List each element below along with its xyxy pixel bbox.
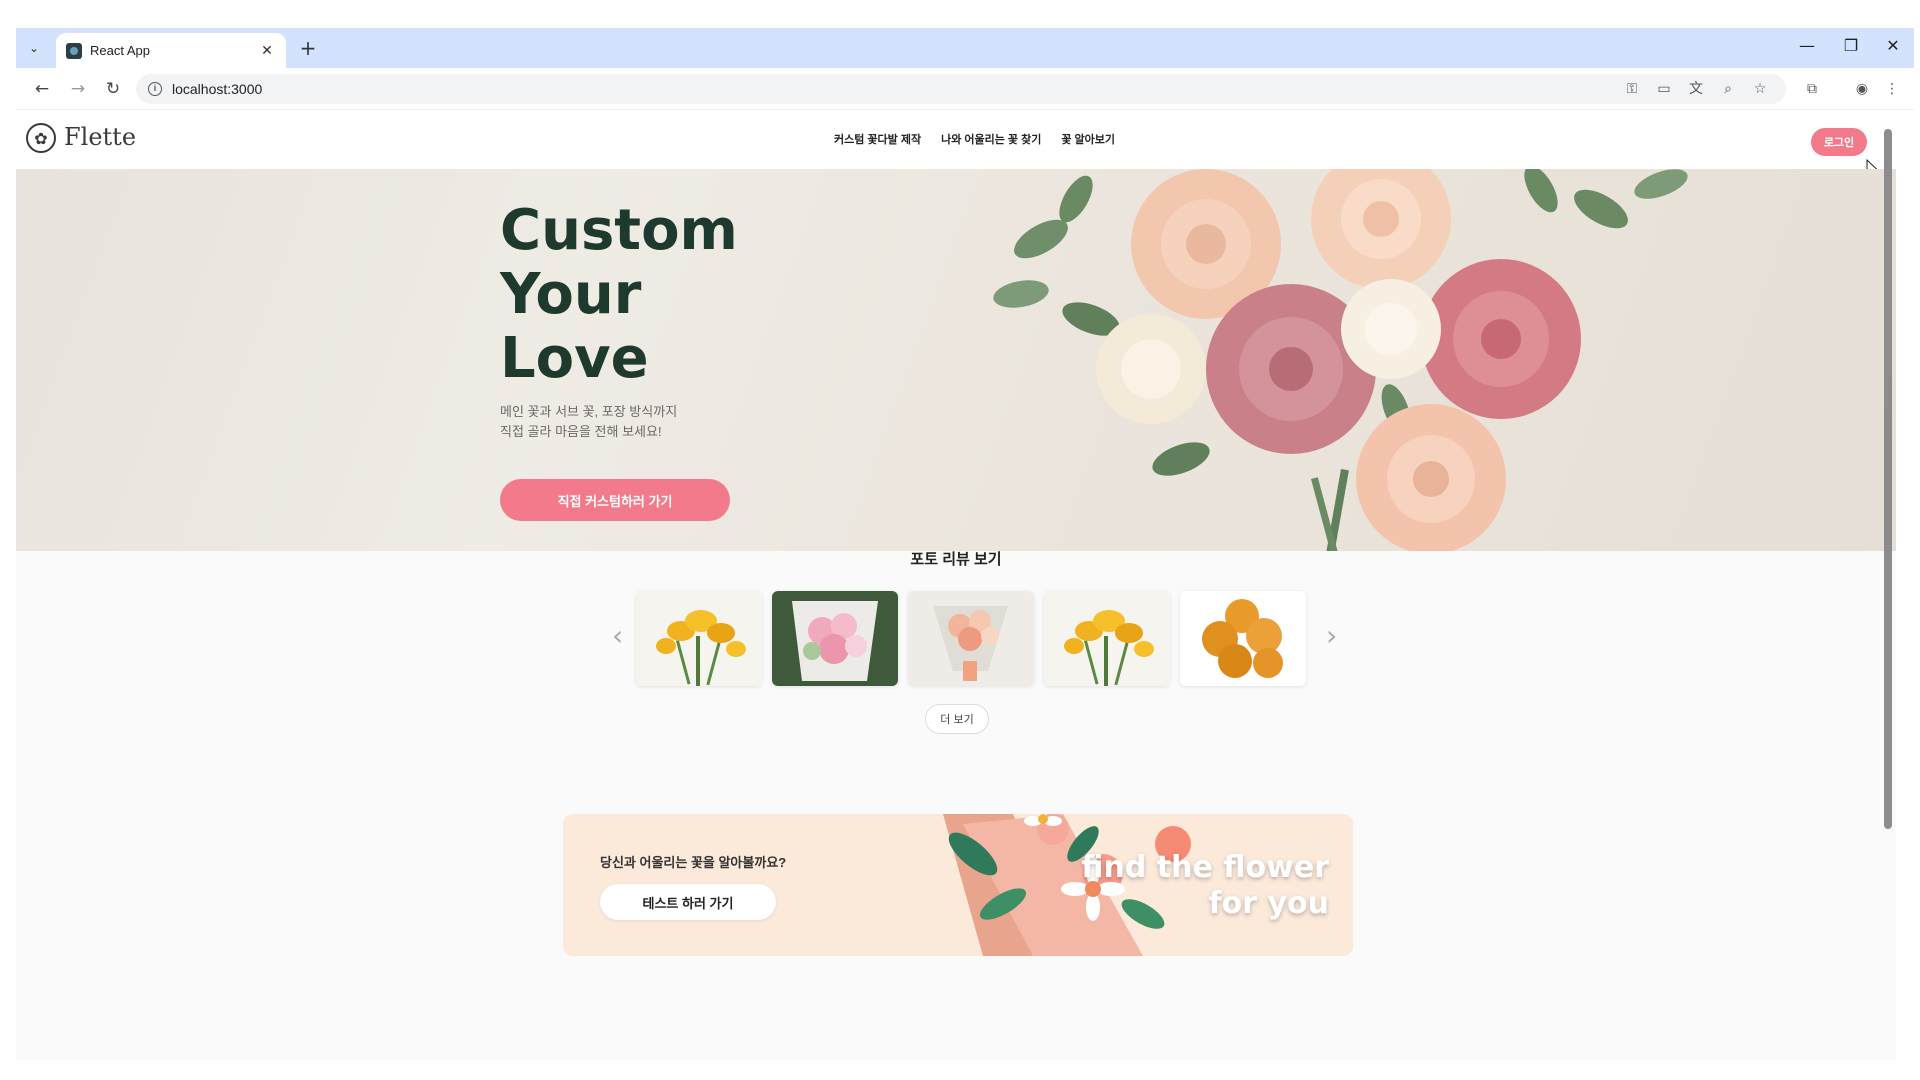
- scrollbar-thumb[interactable]: [1884, 129, 1892, 829]
- carousel-next-icon[interactable]: ›: [1326, 619, 1337, 652]
- review-photo[interactable]: [908, 591, 1034, 686]
- zoom-icon[interactable]: ⌕: [1718, 79, 1738, 99]
- more-reviews-button[interactable]: 더 보기: [925, 704, 989, 734]
- profile-icon[interactable]: ◉: [1852, 79, 1872, 99]
- carousel-prev-icon[interactable]: ‹: [612, 619, 623, 652]
- password-key-icon[interactable]: ⚿: [1622, 79, 1642, 99]
- test-question-text: 당신과 어울리는 꽃을 알아볼까요?: [600, 855, 787, 870]
- hero-title-line: Love: [500, 326, 649, 391]
- rose-bouquet-image: [993, 169, 1688, 551]
- nav-custom-bouquet[interactable]: 커스텀 꽃다발 제작: [834, 131, 921, 147]
- hero-subtitle-line: 메인 꽃과 서브 꽃, 포장 방식까지: [500, 404, 678, 419]
- site-header: ✿ Flette 커스텀 꽃다발 제작 나와 어울리는 꽃 찾기 꽃 알아보기 …: [16, 111, 1896, 169]
- banner-headline-line: find the flower: [1081, 850, 1329, 885]
- site-info-icon[interactable]: i: [148, 82, 162, 96]
- flower-test-banner: 당신과 어울리는 꽃을 알아볼까요? 테스트 하러 가기 find the fl…: [563, 814, 1353, 956]
- hero-title: Custom Your Love: [500, 199, 900, 391]
- browser-tab[interactable]: React App ✕: [56, 33, 286, 68]
- react-favicon-icon: [66, 42, 82, 59]
- hero-title-line: Custom: [500, 198, 738, 263]
- bookmark-star-icon[interactable]: ☆: [1750, 79, 1770, 99]
- hero-subtitle: 메인 꽃과 서브 꽃, 포장 방식까지 직접 골라 마음을 전해 보세요!: [500, 402, 760, 442]
- translate-icon[interactable]: 文: [1686, 79, 1706, 99]
- address-bar[interactable]: i localhost:3000: [136, 74, 1786, 104]
- flower-logo-icon[interactable]: ✿: [26, 123, 56, 153]
- review-photo[interactable]: [1180, 591, 1306, 686]
- tab-title: React App: [90, 43, 150, 58]
- nav-find-flower[interactable]: 나와 어울리는 꽃 찾기: [941, 131, 1041, 147]
- nav-learn-flowers[interactable]: 꽃 알아보기: [1061, 131, 1115, 147]
- main-nav: 커스텀 꽃다발 제작 나와 어울리는 꽃 찾기 꽃 알아보기: [834, 131, 1115, 147]
- cast-icon[interactable]: ▭: [1654, 79, 1674, 99]
- tab-strip: ⌄ React App ✕ + — ❐ ✕: [16, 28, 1914, 68]
- back-icon[interactable]: ←: [30, 77, 54, 101]
- extensions-icon[interactable]: ⧉: [1802, 79, 1822, 99]
- url-text: localhost:3000: [172, 81, 263, 97]
- banner-headline-line: for you: [1208, 886, 1329, 921]
- reload-icon[interactable]: ↻: [101, 77, 125, 101]
- restore-icon[interactable]: ❐: [1836, 36, 1866, 55]
- site-logo[interactable]: Flette: [64, 123, 136, 151]
- photo-review-carousel: ‹ ›: [612, 591, 1337, 686]
- close-tab-icon[interactable]: ✕: [258, 43, 276, 59]
- hero-title-line: Your: [500, 262, 642, 327]
- new-tab-button[interactable]: +: [296, 36, 320, 60]
- browser-toolbar: ← → ↻ i localhost:3000 ⚿ ▭ 文 ⌕ ☆ ⧉ ◉ ⋮: [16, 68, 1914, 110]
- minimize-icon[interactable]: —: [1792, 36, 1822, 55]
- banner-headline: find the flower for you: [1081, 850, 1329, 922]
- hero-subtitle-line: 직접 골라 마음을 전해 보세요!: [500, 424, 662, 439]
- browser-window: ⌄ React App ✕ + — ❐ ✕ ← → ↻ i localhost:…: [16, 28, 1914, 1060]
- photo-review-title: 포토 리뷰 보기: [910, 551, 1002, 568]
- review-photo[interactable]: [1044, 591, 1170, 686]
- menu-kebab-icon[interactable]: ⋮: [1882, 79, 1902, 99]
- forward-icon[interactable]: →: [66, 77, 90, 101]
- tab-search-icon[interactable]: ⌄: [22, 36, 46, 60]
- page-scrollbar[interactable]: [1882, 111, 1892, 1060]
- review-photo[interactable]: [772, 591, 898, 686]
- hero-banner: Custom Your Love 메인 꽃과 서브 꽃, 포장 방식까지 직접 …: [16, 169, 1896, 551]
- start-test-button[interactable]: 테스트 하러 가기: [600, 884, 776, 920]
- login-button[interactable]: 로그인: [1811, 128, 1867, 156]
- close-window-icon[interactable]: ✕: [1878, 36, 1908, 55]
- page-viewport: ✿ Flette 커스텀 꽃다발 제작 나와 어울리는 꽃 찾기 꽃 알아보기 …: [16, 111, 1896, 1060]
- review-photo[interactable]: [636, 591, 762, 686]
- custom-bouquet-cta-button[interactable]: 직접 커스텀하러 가기: [500, 479, 730, 521]
